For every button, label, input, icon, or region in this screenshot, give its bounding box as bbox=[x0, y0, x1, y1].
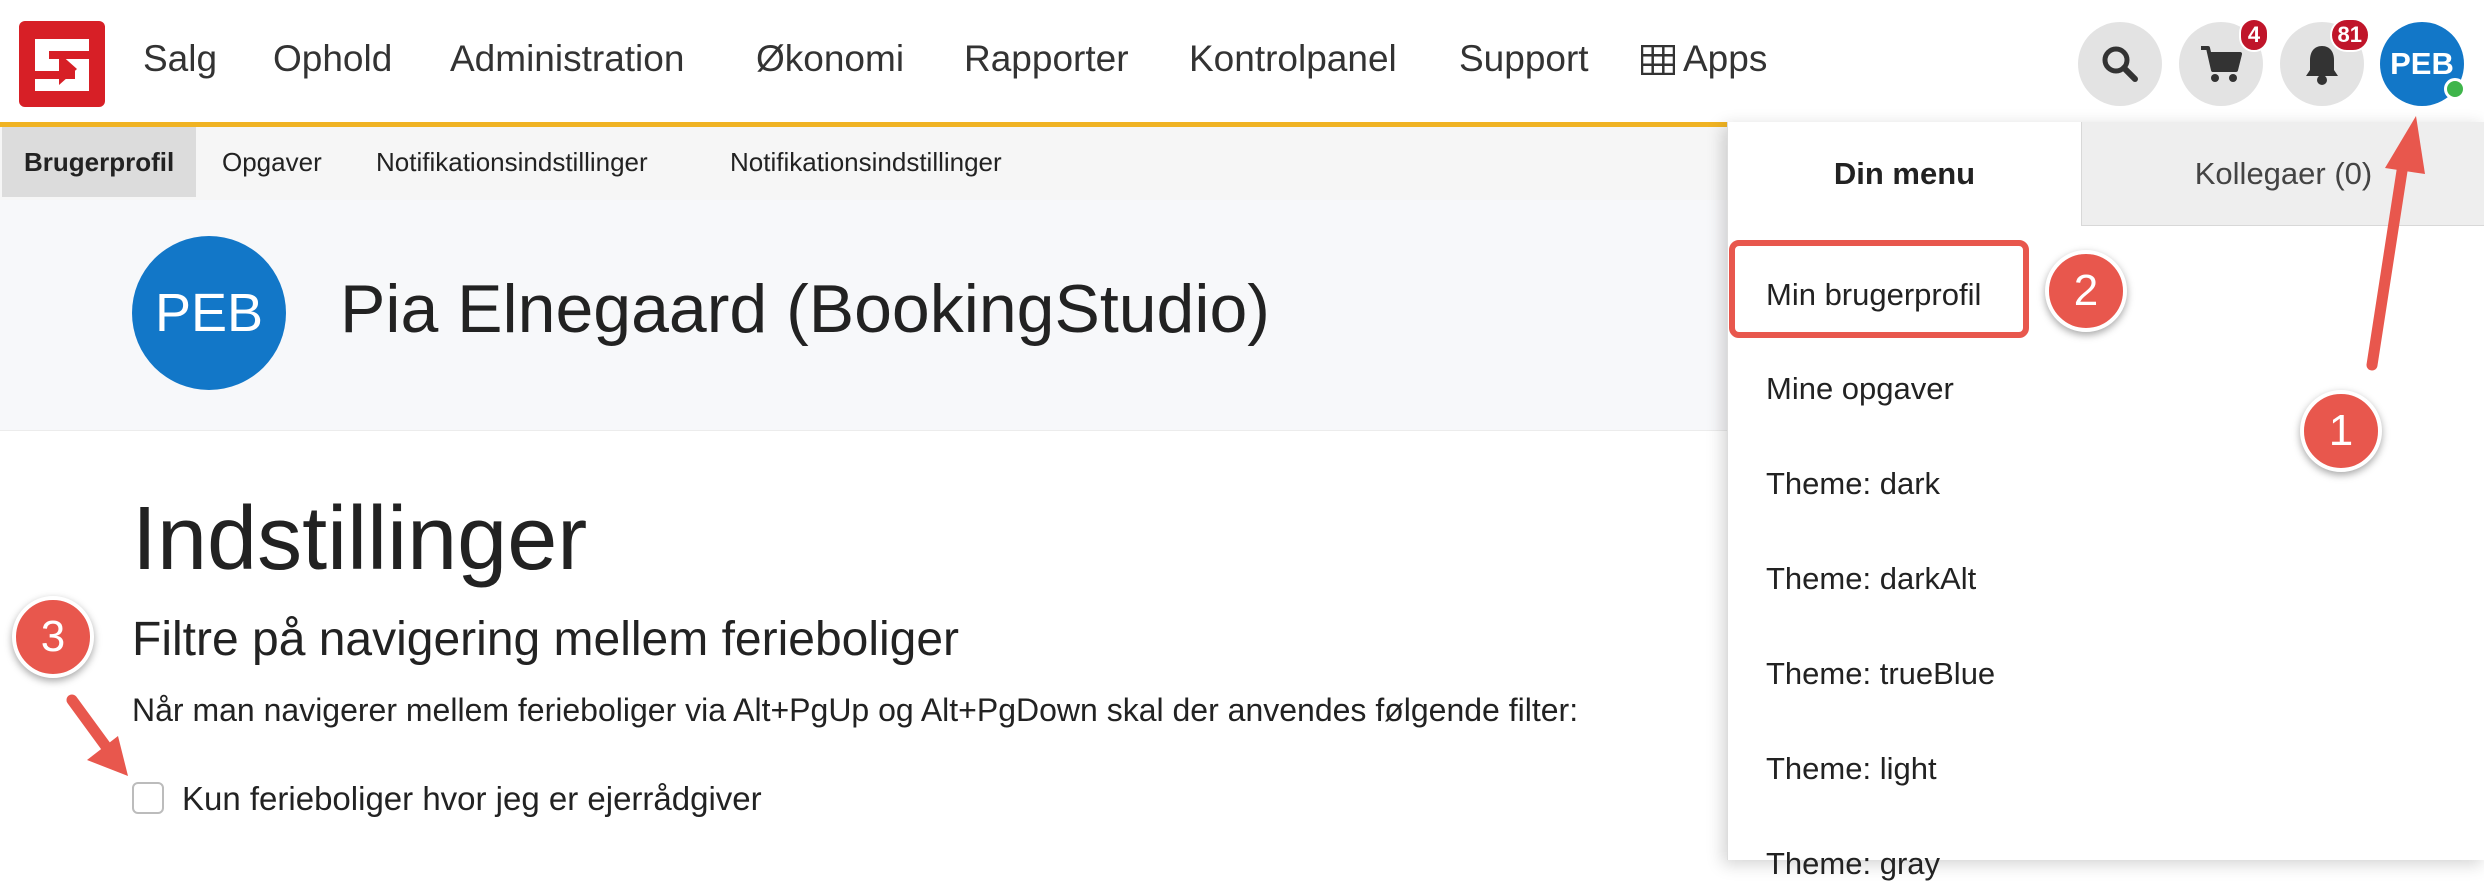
menu-item-mine-opgaver[interactable]: Mine opgaver bbox=[1766, 371, 1954, 407]
tab-din-menu[interactable]: Din menu bbox=[1728, 122, 2081, 226]
menu-item-theme-light[interactable]: Theme: light bbox=[1766, 751, 1937, 787]
nav-okonomi[interactable]: Økonomi bbox=[756, 38, 904, 80]
online-status-dot bbox=[2444, 78, 2466, 100]
menu-item-theme-dark[interactable]: Theme: dark bbox=[1766, 466, 1940, 502]
tab-brugerprofil[interactable]: Brugerprofil bbox=[2, 127, 197, 197]
app-logo[interactable] bbox=[19, 21, 105, 107]
nav-administration[interactable]: Administration bbox=[450, 38, 684, 80]
cart-button[interactable]: 4 bbox=[2179, 18, 2269, 106]
annotation-highlight-box bbox=[1729, 240, 2029, 338]
menu-item-theme-gray[interactable]: Theme: gray bbox=[1766, 846, 1940, 882]
section-title: Filtre på navigering mellem ferieboliger bbox=[132, 613, 960, 666]
logo-arrows-icon bbox=[35, 39, 89, 91]
owner-advisor-checkbox[interactable] bbox=[132, 782, 164, 814]
nav-rapporter[interactable]: Rapporter bbox=[964, 38, 1129, 80]
tab-notifikationsindstillinger-2[interactable]: Notifikationsindstillinger bbox=[708, 127, 1024, 197]
nav-ophold[interactable]: Ophold bbox=[273, 38, 392, 80]
user-avatar-button[interactable]: PEB bbox=[2380, 22, 2466, 106]
top-navigation-bar: Salg Ophold Administration Økonomi Rappo… bbox=[0, 0, 2484, 127]
nav-kontrolpanel[interactable]: Kontrolpanel bbox=[1189, 38, 1397, 80]
search-button[interactable] bbox=[2078, 22, 2162, 106]
section-description: Når man navigerer mellem ferieboliger vi… bbox=[132, 692, 1579, 728]
user-initials: PEB bbox=[2390, 46, 2454, 81]
profile-initials: PEB bbox=[154, 283, 264, 343]
profile-avatar: PEB bbox=[132, 236, 286, 390]
bell-icon bbox=[2306, 46, 2338, 85]
profile-name: Pia Elnegaard (BookingStudio) bbox=[340, 271, 1270, 347]
cart-icon bbox=[2201, 46, 2242, 82]
annotation-marker-3: 3 bbox=[12, 596, 94, 678]
notifications-button[interactable]: 81 bbox=[2280, 18, 2370, 106]
notifications-badge: 81 bbox=[2329, 18, 2370, 52]
menu-item-theme-darkalt[interactable]: Theme: darkAlt bbox=[1766, 561, 1976, 597]
nav-apps[interactable]: Apps bbox=[1641, 38, 1767, 80]
tab-kollegaer[interactable]: Kollegaer (0) bbox=[2081, 122, 2484, 226]
nav-salg[interactable]: Salg bbox=[143, 38, 217, 80]
tab-notifikationsindstillinger[interactable]: Notifikationsindstillinger bbox=[354, 127, 670, 197]
nav-support[interactable]: Support bbox=[1459, 38, 1589, 80]
menu-item-theme-trueblue[interactable]: Theme: trueBlue bbox=[1766, 656, 1995, 692]
grid-icon bbox=[1641, 45, 1675, 75]
page-title: Indstillinger bbox=[132, 489, 588, 589]
user-menu-dropdown: Din menu Kollegaer (0) Min brugerprofil … bbox=[1727, 122, 2484, 881]
tab-opgaver[interactable]: Opgaver bbox=[200, 127, 344, 197]
annotation-marker-2: 2 bbox=[2045, 250, 2127, 332]
apps-label: Apps bbox=[1683, 38, 1768, 79]
annotation-marker-1: 1 bbox=[2300, 390, 2382, 472]
cart-badge: 4 bbox=[2239, 18, 2269, 52]
owner-advisor-checkbox-label[interactable]: Kun ferieboliger hvor jeg er ejerrådgive… bbox=[182, 780, 762, 818]
search-icon bbox=[2102, 46, 2138, 82]
